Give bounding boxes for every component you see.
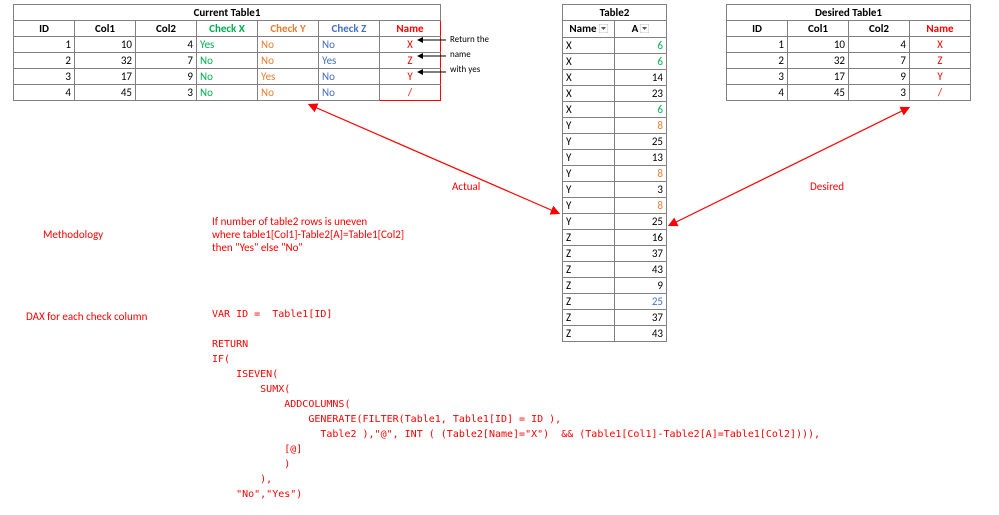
table-row: Y25 — [563, 133, 667, 149]
col-header-name: Name — [910, 21, 971, 37]
table-row: X14 — [563, 69, 667, 85]
table-row: Y8 — [563, 197, 667, 213]
current-table-title: Current Table1 — [14, 5, 441, 21]
filter-icon[interactable] — [640, 22, 649, 37]
col-header: Col1 — [788, 21, 849, 37]
col-header-a: A — [615, 21, 667, 38]
table-row: Y3 — [563, 181, 667, 197]
table-row: 4453/ — [727, 85, 971, 101]
table-row: X6 — [563, 37, 667, 53]
table-row: Z43 — [563, 261, 667, 277]
col-header-checkx: Check X — [197, 21, 258, 37]
current-table1: Current Table1 ID Col1 Col2 Check X Chec… — [13, 4, 441, 101]
col-header: Col2 — [136, 21, 197, 37]
table-row: X6 — [563, 53, 667, 69]
table-row: 2 32 7 No No Yes Z — [14, 53, 441, 69]
desired-label: Desired — [810, 180, 844, 193]
table-row: Y8 — [563, 165, 667, 181]
annot-return2: name — [450, 50, 471, 60]
table-row: Z37 — [563, 245, 667, 261]
table-row: X6 — [563, 101, 667, 117]
methodology-text: If number of table2 rows is uneven where… — [212, 215, 404, 254]
col-header: Col2 — [849, 21, 910, 37]
table-row: Z16 — [563, 229, 667, 245]
desired-arrow — [660, 100, 920, 240]
dax-code: VAR ID = Table1[ID] RETURN IF( ISEVEN( S… — [212, 307, 820, 502]
filter-icon[interactable] — [599, 22, 608, 37]
col-header-checky: Check Y — [258, 21, 319, 37]
table-row: 1104X — [727, 37, 971, 53]
col-header-checkz: Check Z — [319, 21, 380, 37]
col-header-name2: Name — [563, 21, 615, 38]
annot-return3: with yes — [450, 65, 480, 75]
col-header: ID — [14, 21, 75, 37]
table-row: X23 — [563, 85, 667, 101]
col-header-name: Name — [380, 21, 441, 37]
actual-label: Actual — [452, 180, 480, 193]
col-header: Col1 — [75, 21, 136, 37]
col-header: ID — [727, 21, 788, 37]
actual-arrow — [300, 95, 570, 225]
annot-return1: Return the — [450, 35, 489, 45]
table-row: Y13 — [563, 149, 667, 165]
table-row: Y8 — [563, 117, 667, 133]
table-row: 3179Y — [727, 69, 971, 85]
table-row: Y25 — [563, 213, 667, 229]
desired-table1: Desired Table1 ID Col1 Col2 Name 1104X23… — [726, 4, 971, 101]
table-row: 4 45 3 No No No / — [14, 85, 441, 101]
table-row: 2327Z — [727, 53, 971, 69]
dax-label: DAX for each check column — [26, 310, 147, 323]
table2-title: Table2 — [563, 5, 667, 21]
table-row: Z9 — [563, 277, 667, 293]
table-row: 1 10 4 Yes No No X — [14, 37, 441, 53]
methodology-label: Methodology — [43, 228, 103, 241]
table-row: 3 17 9 No Yes No Y — [14, 69, 441, 85]
table2: Table2 Name A X6X6X14X23X6Y8Y25Y13Y8Y3Y8… — [562, 4, 667, 342]
desired-table-title: Desired Table1 — [727, 5, 971, 21]
